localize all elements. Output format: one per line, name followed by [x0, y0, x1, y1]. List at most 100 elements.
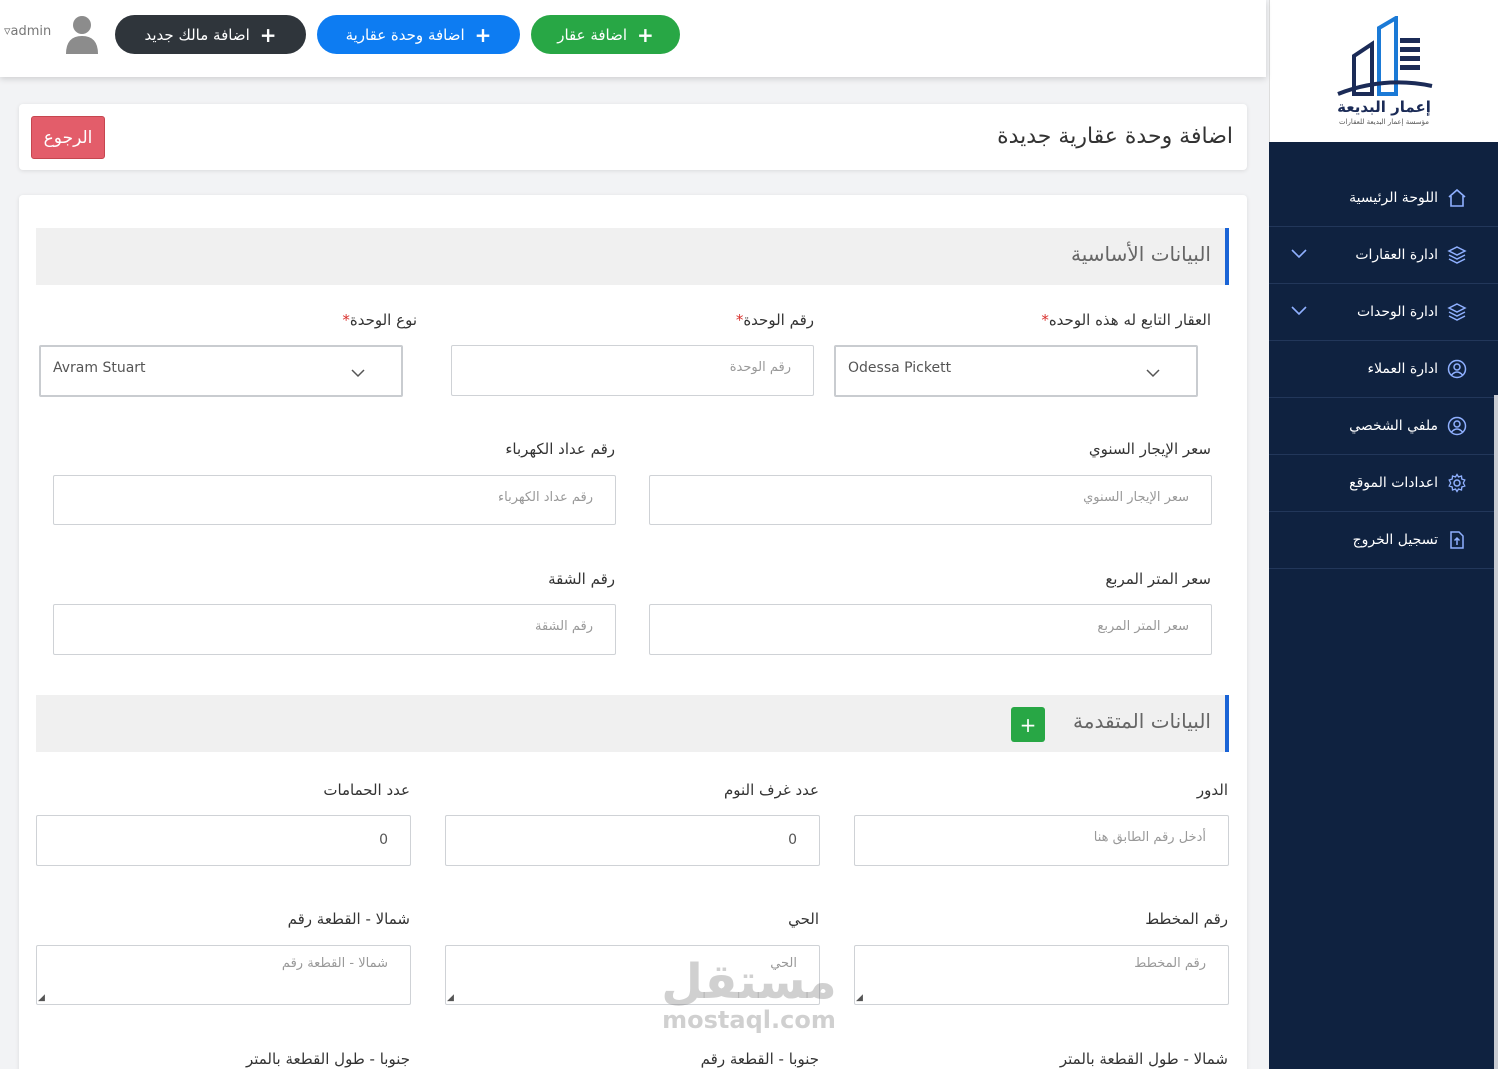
sidebar-item-units[interactable]: ادارة الوحدات [1269, 284, 1498, 341]
plan-placeholder: رقم المخطط [1134, 956, 1206, 971]
bedrooms-input[interactable]: 0 [445, 815, 820, 866]
layers-icon [1446, 301, 1468, 323]
unit-number-input[interactable]: رقم الوحدة [451, 345, 814, 396]
north-plot-textarea[interactable]: شمالا - القطعة رقم ◢ [36, 945, 411, 1005]
sidebar-item-label: ادارة العملاء [1367, 361, 1439, 377]
required-mark: * [342, 311, 350, 329]
logo-area: إعمار البديعة مؤسسة إعمار البديعة للعقار… [1269, 0, 1498, 142]
plus-icon: + [474, 22, 492, 47]
north-length-label: شمالا - طول القطعة بالمتر [1059, 1050, 1228, 1068]
sidebar-item-clients[interactable]: ادارة العملاء [1269, 341, 1498, 398]
resize-grip-icon[interactable]: ◢ [447, 993, 454, 1003]
district-label: الحي [788, 910, 819, 928]
add-property-label: اضافة عقار [557, 25, 628, 44]
property-label-text: العقار التابع له هذه الوحده [1048, 311, 1211, 329]
sidebar-item-label: تسجيل الخروج [1352, 532, 1438, 548]
avatar[interactable] [64, 12, 100, 54]
meter-placeholder: رقم عداد الكهرباء [498, 490, 593, 505]
layers-icon [1446, 244, 1468, 266]
south-plot-label: جنوبا - القطعة رقم [700, 1050, 819, 1068]
property-select-label: *العقار التابع له هذه الوحده [1037, 311, 1211, 329]
add-owner-button[interactable]: اضافة مالك جديد + [115, 15, 306, 54]
page-header-card: اضافة وحدة عقارية جديدة الرجوع [19, 104, 1247, 170]
sqm-price-placeholder: سعر المتر المربع [1097, 619, 1189, 634]
bedrooms-label: عدد غرف النوم [723, 781, 819, 799]
property-select[interactable]: Odessa Pickett [834, 345, 1198, 397]
add-property-button[interactable]: اضافة عقار + [531, 15, 680, 54]
brand-logo[interactable]: إعمار البديعة مؤسسة إعمار البديعة للعقار… [1334, 16, 1434, 126]
sidebar-item-label: اعدادات الموقع [1349, 475, 1438, 491]
basic-section-title: البيانات الأساسية [1071, 242, 1211, 266]
add-advanced-button[interactable]: + [1011, 707, 1045, 742]
watermark-arabic: مستقل [661, 954, 837, 1010]
unit-type-select-value: Avram Stuart [53, 360, 146, 376]
bathrooms-value: 0 [379, 832, 388, 848]
plan-label: رقم المخطط [1145, 910, 1228, 928]
unit-number-label-text: رقم الوحدة [743, 311, 814, 329]
back-button[interactable]: الرجوع [31, 116, 105, 159]
unit-type-select[interactable]: Avram Stuart [39, 345, 403, 397]
meter-label: رقم عداد الكهرباء [505, 440, 615, 458]
home-icon [1446, 187, 1468, 209]
username: admin [10, 24, 52, 39]
unit-number-placeholder: رقم الوحدة [729, 360, 791, 375]
advanced-section-title: البيانات المتقدمة [1073, 709, 1211, 733]
sidebar-item-label: ملفي الشخصي [1349, 418, 1438, 434]
sqm-price-label: سعر المتر المربع [1105, 570, 1211, 588]
chevron-down-icon [1291, 304, 1307, 320]
meter-input[interactable]: رقم عداد الكهرباء [53, 475, 616, 525]
apartment-input[interactable]: رقم الشقة [53, 604, 616, 655]
annual-rent-input[interactable]: سعر الإيجار السنوي [649, 475, 1212, 525]
building-logo-icon [1337, 16, 1433, 96]
unit-type-label: *نوع الوحدة [338, 311, 417, 329]
sidebar-item-logout[interactable]: تسجيل الخروج [1269, 512, 1498, 569]
unit-type-label-text: نوع الوحدة [349, 311, 417, 329]
sidebar-scrollbar[interactable] [1494, 395, 1498, 1069]
user-circle-icon [1446, 358, 1468, 380]
add-owner-label: اضافة مالك جديد [144, 25, 250, 44]
property-select-value: Odessa Pickett [848, 360, 952, 376]
sqm-price-input[interactable]: سعر المتر المربع [649, 604, 1212, 655]
chevron-down-icon [351, 363, 365, 382]
add-unit-button[interactable]: اضافة وحدة عقارية + [317, 15, 520, 54]
bathrooms-label: عدد الحمامات [323, 781, 410, 799]
floor-placeholder: أدخل رقم الطابق هنا [1093, 830, 1206, 845]
user-menu[interactable]: ▿admin [4, 24, 51, 39]
unit-number-label: *رقم الوحدة [732, 311, 814, 329]
bedrooms-value: 0 [788, 832, 797, 848]
resize-grip-icon[interactable]: ◢ [38, 993, 45, 1003]
form-card: البيانات الأساسية *العقار التابع له هذه … [19, 195, 1247, 1069]
plus-icon: + [259, 22, 277, 47]
logo-subtitle: مؤسسة إعمار البديعة للعقارات [1339, 118, 1429, 126]
sidebar-item-settings[interactable]: اعدادات الموقع [1269, 455, 1498, 512]
basic-section-header: البيانات الأساسية [36, 228, 1229, 285]
sidebar: إعمار البديعة مؤسسة إعمار البديعة للعقار… [1269, 0, 1498, 1069]
resize-grip-icon[interactable]: ◢ [856, 993, 863, 1003]
user-circle-icon [1446, 415, 1468, 437]
page-title: اضافة وحدة عقارية جديدة [997, 124, 1233, 149]
apartment-label: رقم الشقة [548, 570, 615, 588]
chevron-down-icon [1146, 363, 1160, 382]
sidebar-item-label: اللوحة الرئيسية [1349, 190, 1438, 206]
apartment-placeholder: رقم الشقة [535, 619, 593, 634]
bathrooms-input[interactable]: 0 [36, 815, 411, 866]
sidebar-item-dashboard[interactable]: اللوحة الرئيسية [1269, 170, 1498, 227]
watermark-english: mostaql.com [662, 1006, 836, 1034]
watermark: مستقل mostaql.com [654, 958, 844, 1034]
plus-icon: + [637, 22, 654, 47]
north-plot-placeholder: شمالا - القطعة رقم [281, 956, 388, 971]
chevron-down-icon [1291, 247, 1307, 263]
advanced-section-header: البيانات المتقدمة + [36, 695, 1229, 752]
logo-name: إعمار البديعة [1337, 98, 1431, 116]
plan-textarea[interactable]: رقم المخطط ◢ [854, 945, 1229, 1005]
annual-rent-placeholder: سعر الإيجار السنوي [1083, 490, 1189, 505]
annual-rent-label: سعر الإيجار السنوي [1088, 440, 1211, 458]
gear-icon [1446, 472, 1468, 494]
sidebar-item-profile[interactable]: ملفي الشخصي [1269, 398, 1498, 455]
add-unit-label: اضافة وحدة عقارية [345, 25, 465, 44]
floor-input[interactable]: أدخل رقم الطابق هنا [854, 815, 1229, 866]
sidebar-item-properties[interactable]: ادارة العقارات [1269, 227, 1498, 284]
sidebar-item-label: ادارة الوحدات [1356, 304, 1438, 320]
floor-label: الدور [1196, 781, 1228, 799]
required-mark: * [1041, 311, 1049, 329]
